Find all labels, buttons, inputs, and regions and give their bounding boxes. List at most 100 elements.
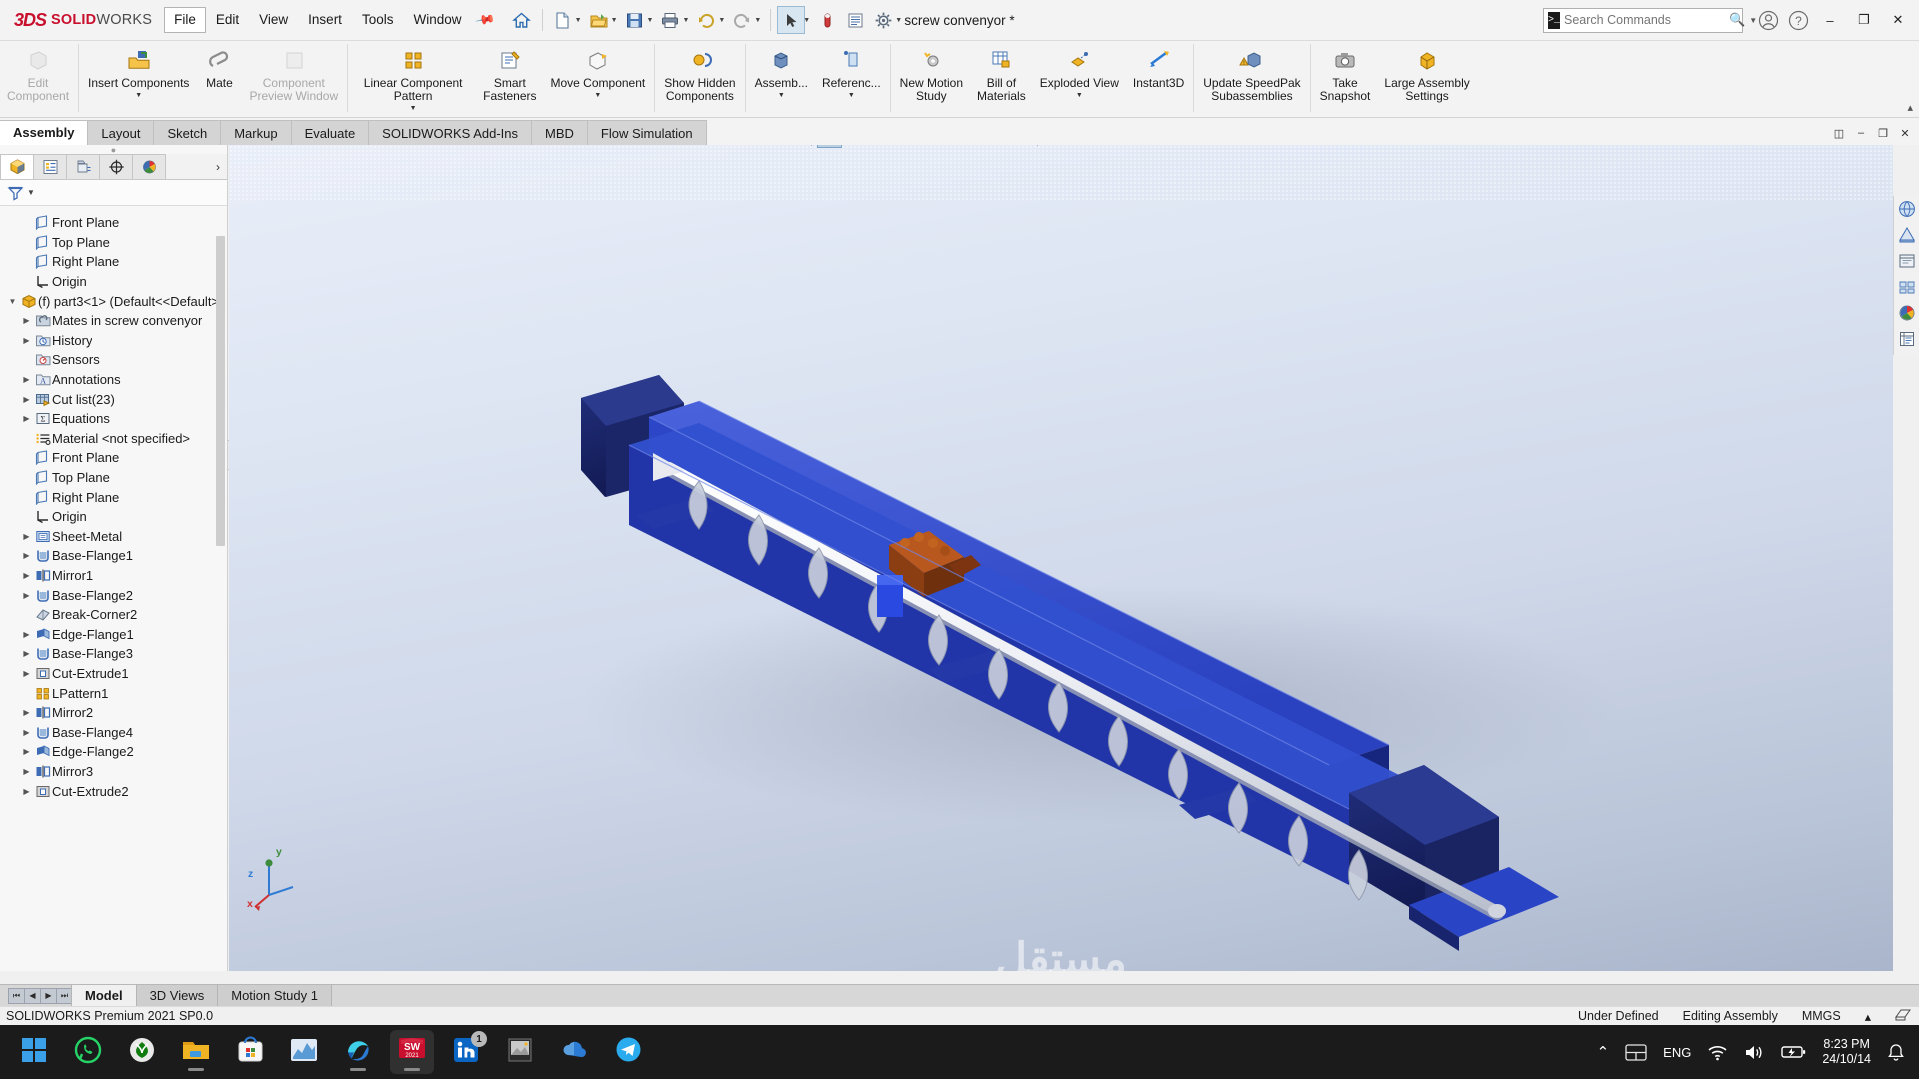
hud-zoom-to-area-button[interactable] <box>755 145 780 148</box>
tree-scrollbar[interactable] <box>216 236 225 546</box>
tree-item[interactable]: ▶ Mirror3 <box>0 762 227 782</box>
print-icon[interactable] <box>656 6 684 34</box>
tree-item[interactable]: ▶ Mirror2 <box>0 703 227 723</box>
ribbon-button-smart-fasteners[interactable]: Smart Fasteners <box>476 41 543 115</box>
tree-item[interactable]: ▶ Base-Flange3 <box>0 644 227 664</box>
previous-tab-button[interactable]: ◀ <box>24 987 41 1004</box>
display-manager-tab[interactable] <box>132 154 166 179</box>
hud-section-view-button[interactable] <box>817 145 842 148</box>
tree-expand-icon[interactable]: ▶ <box>20 669 33 678</box>
battery-charging-icon[interactable] <box>1781 1044 1806 1060</box>
wifi-icon[interactable] <box>1707 1044 1728 1061</box>
tree-expand-icon[interactable]: ▶ <box>20 708 33 717</box>
feature-manager-tab[interactable] <box>0 154 34 179</box>
menu-insert[interactable]: Insert <box>298 8 352 32</box>
pin-menu-icon[interactable]: 📌 <box>474 9 497 31</box>
taskbar-whatsapp-button[interactable] <box>66 1030 110 1074</box>
hud-zoom-to-fit-button[interactable] <box>729 145 754 148</box>
configuration-manager-tab[interactable] <box>66 154 100 179</box>
taskbar-file-explorer-button[interactable] <box>174 1030 218 1074</box>
tree-item[interactable]: ▶ History <box>0 331 227 351</box>
tree-item[interactable]: ▶ Base-Flange2 <box>0 585 227 605</box>
ribbon-button-assembly-features[interactable]: Assemb... ▼ <box>748 41 815 115</box>
tree-item[interactable]: ▶ Edge-Flange1 <box>0 624 227 644</box>
feature-filter-bar[interactable]: ▼ <box>0 180 227 206</box>
document-minimize-icon[interactable]: – <box>1851 124 1871 142</box>
show-hidden-icons-button[interactable]: ⌃ <box>1597 1043 1610 1061</box>
language-indicator[interactable]: ENG <box>1663 1045 1691 1060</box>
taskbar-telegram-button[interactable] <box>606 1030 650 1074</box>
tree-item[interactable]: ▶ A Annotations <box>0 370 227 390</box>
ribbon-dropdown-icon[interactable]: ▼ <box>410 105 417 112</box>
task-pane-custom-properties-button[interactable] <box>1895 329 1919 353</box>
dimxpert-manager-tab[interactable] <box>99 154 133 179</box>
hud-view-settings-button[interactable] <box>1043 145 1068 148</box>
tree-expand-icon[interactable]: ▶ <box>20 316 33 325</box>
tree-item[interactable]: Right Plane <box>0 487 227 507</box>
tree-expand-icon[interactable]: ▶ <box>20 551 33 560</box>
filter-dropdown-icon[interactable]: ▼ <box>27 188 35 197</box>
account-icon[interactable] <box>1753 5 1783 35</box>
menu-edit[interactable]: Edit <box>206 8 249 32</box>
menu-tools[interactable]: Tools <box>352 8 404 32</box>
options-gear-icon[interactable] <box>869 6 897 34</box>
tree-expand-icon[interactable]: ▶ <box>20 649 33 658</box>
task-pane-view-palette-button[interactable] <box>1895 277 1919 301</box>
overlay-icon[interactable] <box>1895 1008 1911 1025</box>
tab-mbd[interactable]: MBD <box>531 120 588 145</box>
hud-display-style-button[interactable] <box>881 145 906 148</box>
tree-expand-icon[interactable]: ▶ <box>20 630 33 639</box>
screw-conveyor-model[interactable] <box>229 145 1893 971</box>
tab-3d-views[interactable]: 3D Views <box>135 985 219 1006</box>
maximize-button[interactable]: ❐ <box>1847 1 1881 39</box>
hud-previous-view-button[interactable] <box>781 145 806 148</box>
tree-expand-icon[interactable]: ▶ <box>20 414 33 423</box>
ribbon-button-instant3d[interactable]: Instant3D <box>1126 41 1191 115</box>
ribbon-dropdown-icon[interactable]: ▼ <box>135 92 142 99</box>
redo-icon[interactable] <box>728 6 756 34</box>
ribbon-button-move-component[interactable]: Move Component ▼ <box>544 41 653 115</box>
ribbon-button-show-hidden[interactable]: Show Hidden Components <box>657 41 742 115</box>
taskbar-microsoft-store-button[interactable] <box>228 1030 272 1074</box>
tree-item[interactable]: ▶ Cut-Extrude1 <box>0 664 227 684</box>
ribbon-button-mate[interactable]: Mate <box>196 41 242 115</box>
taskbar-solidworks-button[interactable]: SW 2021 <box>390 1030 434 1074</box>
search-icon[interactable]: 🔍 <box>1725 12 1749 28</box>
collapse-ribbon-icon[interactable]: ▴ <box>1907 101 1913 114</box>
tree-expand-icon[interactable]: ▶ <box>20 591 33 600</box>
hud-view-orientation-button[interactable] <box>843 145 868 148</box>
tree-expand-icon[interactable]: ▶ <box>20 336 33 345</box>
close-button[interactable]: ✕ <box>1881 1 1915 39</box>
tree-item[interactable]: LPattern1 <box>0 683 227 703</box>
tree-item[interactable]: Break-Corner2 <box>0 605 227 625</box>
ribbon-button-large-assembly[interactable]: Large Assembly Settings <box>1377 41 1476 115</box>
ribbon-dropdown-icon[interactable]: ▼ <box>1076 92 1083 99</box>
taskbar-stocks-button[interactable] <box>282 1030 326 1074</box>
ribbon-button-bill-of-materials[interactable]: Bill of Materials <box>970 41 1033 115</box>
search-input[interactable] <box>1564 13 1726 27</box>
tree-item[interactable]: Material <not specified> <box>0 429 227 449</box>
menu-window[interactable]: Window <box>403 8 471 32</box>
document-restore-icon[interactable]: ❒ <box>1873 124 1893 142</box>
tab-model[interactable]: Model <box>71 985 137 1006</box>
open-document-icon[interactable] <box>585 6 613 34</box>
tab-motion-study-1[interactable]: Motion Study 1 <box>217 985 332 1006</box>
tree-item[interactable]: ▶ Base-Flange1 <box>0 546 227 566</box>
tree-item[interactable]: ▶ Σ Equations <box>0 409 227 429</box>
task-pane-file-explorer-button[interactable] <box>1895 251 1919 275</box>
units-dropdown-icon[interactable]: ▴ <box>1865 1009 1871 1024</box>
select-cursor-icon[interactable] <box>777 6 806 34</box>
help-icon[interactable]: ? <box>1783 5 1813 35</box>
tab-assembly[interactable]: Assembly <box>0 120 89 145</box>
tree-item[interactable]: ▶ Cut-Extrude2 <box>0 781 227 801</box>
tab-sketch[interactable]: Sketch <box>153 120 222 145</box>
tree-expand-icon[interactable]: ▶ <box>20 375 33 384</box>
hud-apply-scene-button[interactable] <box>995 145 1020 148</box>
volume-icon[interactable] <box>1744 1044 1765 1061</box>
tab-solidworks-add-ins[interactable]: SOLIDWORKS Add-Ins <box>368 120 532 145</box>
tree-expand-icon[interactable]: ▶ <box>20 571 33 580</box>
rebuild-icon[interactable] <box>841 6 869 34</box>
task-pane-solidworks-resources-button[interactable] <box>1895 199 1919 223</box>
taskbar-linkedin-button[interactable]: 1 <box>444 1030 488 1074</box>
tree-item[interactable]: Sensors <box>0 350 227 370</box>
